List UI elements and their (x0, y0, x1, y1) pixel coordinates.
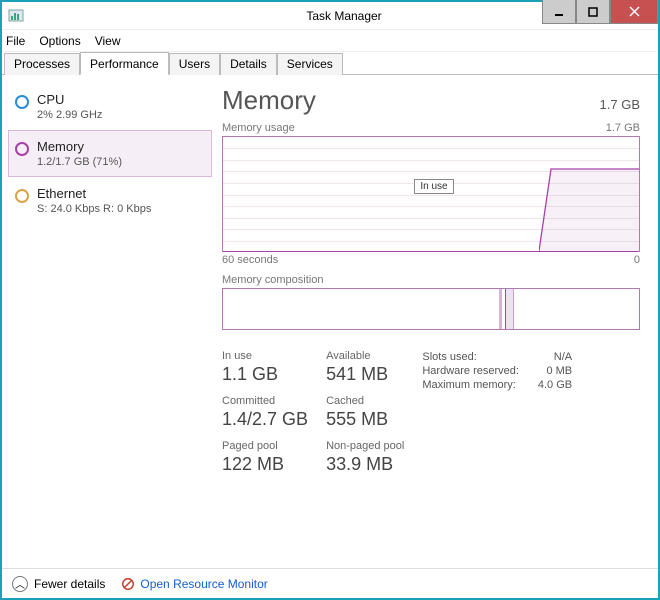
max-memory-label: Maximum memory: (422, 379, 516, 391)
hardware-info: Slots used: N/A Hardware reserved: 0 MB Ma… (422, 350, 572, 483)
tabstrip: Processes Performance Users Details Serv… (2, 52, 658, 75)
sidebar-memory-title: Memory (37, 139, 122, 154)
nonpaged-value: 33.9 MB (326, 454, 404, 475)
inuse-tooltip: In use (414, 179, 453, 194)
usage-graph-label: Memory usage (222, 122, 295, 134)
tab-users[interactable]: Users (169, 53, 220, 75)
inuse-value: 1.1 GB (222, 364, 308, 385)
composition-label: Memory composition (222, 274, 323, 286)
max-memory-value: 4.0 GB (538, 379, 572, 391)
maximize-button[interactable] (576, 0, 610, 24)
tab-details[interactable]: Details (220, 53, 277, 75)
memory-usage-graph: In use (222, 136, 640, 252)
sidebar: CPU 2% 2.99 GHz Memory 1.2/1.7 GB (71%) … (2, 75, 212, 568)
nonpaged-label: Non-paged pool (326, 440, 404, 452)
menu-file[interactable]: File (6, 34, 25, 48)
tab-processes[interactable]: Processes (4, 53, 80, 75)
sidebar-cpu-title: CPU (37, 92, 102, 107)
sidebar-item-cpu[interactable]: CPU 2% 2.99 GHz (8, 83, 212, 130)
fewer-details-label: Fewer details (34, 577, 105, 591)
committed-value: 1.4/2.7 GB (222, 409, 308, 430)
slots-value: N/A (554, 351, 572, 363)
slots-label: Slots used: (422, 351, 476, 363)
sidebar-item-memory[interactable]: Memory 1.2/1.7 GB (71%) (8, 130, 212, 177)
sidebar-ethernet-title: Ethernet (37, 186, 151, 201)
tab-performance[interactable]: Performance (80, 52, 169, 75)
available-value: 541 MB (326, 364, 404, 385)
total-memory: 1.7 GB (600, 97, 640, 112)
open-resource-monitor-link[interactable]: Open Resource Monitor (121, 577, 267, 591)
cpu-icon (15, 95, 29, 109)
paged-label: Paged pool (222, 440, 308, 452)
sidebar-cpu-sub: 2% 2.99 GHz (37, 109, 102, 121)
chevron-up-icon: ︿ (12, 576, 28, 592)
sidebar-ethernet-sub: S: 24.0 Kbps R: 0 Kbps (37, 203, 151, 215)
sidebar-memory-sub: 1.2/1.7 GB (71%) (37, 156, 122, 168)
page-title: Memory (222, 85, 316, 116)
composition-free (514, 289, 639, 329)
resource-monitor-label: Open Resource Monitor (140, 577, 267, 591)
x-axis-left: 60 seconds (222, 254, 278, 266)
main-panel: Memory 1.7 GB Memory usage 1.7 GB In use… (212, 75, 658, 568)
fewer-details-button[interactable]: ︿ Fewer details (12, 576, 105, 592)
titlebar: Task Manager (2, 2, 658, 30)
close-button[interactable] (610, 0, 658, 24)
ethernet-icon (15, 189, 29, 203)
hw-reserved-value: 0 MB (546, 365, 572, 377)
tab-services[interactable]: Services (277, 53, 343, 75)
cached-value: 555 MB (326, 409, 404, 430)
paged-value: 122 MB (222, 454, 308, 475)
composition-modified (506, 289, 514, 329)
app-icon (8, 8, 24, 24)
memory-icon (15, 142, 29, 156)
minimize-button[interactable] (542, 0, 576, 24)
x-axis-right: 0 (634, 254, 640, 266)
menu-view[interactable]: View (95, 34, 121, 48)
menu-options[interactable]: Options (39, 34, 80, 48)
available-label: Available (326, 350, 404, 362)
resource-monitor-icon (121, 577, 135, 591)
sidebar-item-ethernet[interactable]: Ethernet S: 24.0 Kbps R: 0 Kbps (8, 177, 212, 224)
inuse-label: In use (222, 350, 308, 362)
composition-used (223, 289, 506, 329)
menubar: File Options View (2, 30, 658, 52)
cached-label: Cached (326, 395, 404, 407)
footer: ︿ Fewer details Open Resource Monitor (2, 568, 658, 598)
committed-label: Committed (222, 395, 308, 407)
hw-reserved-label: Hardware reserved: (422, 365, 519, 377)
memory-composition-bar (222, 288, 640, 330)
usage-graph-max: 1.7 GB (606, 122, 640, 134)
usage-trace (539, 135, 639, 251)
